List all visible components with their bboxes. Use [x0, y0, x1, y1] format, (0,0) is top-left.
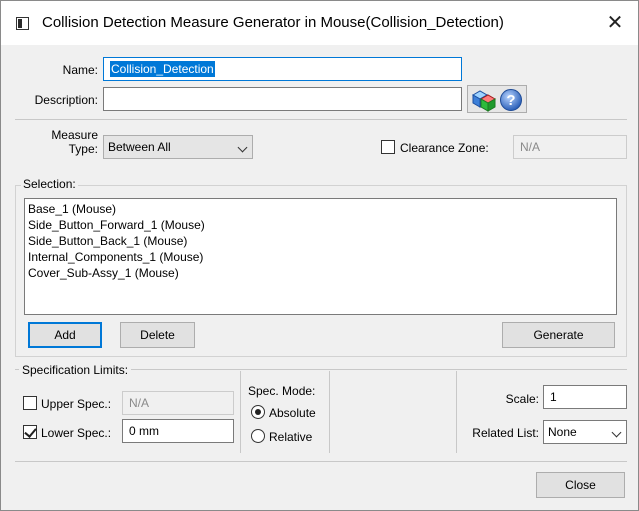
clearance-zone-input[interactable]: N/A — [513, 135, 627, 159]
select-geometry-icon[interactable] — [470, 87, 498, 113]
upper-spec-label: Upper Spec.: — [41, 397, 112, 411]
divider-2 — [329, 371, 330, 453]
chevron-down-icon — [237, 142, 248, 153]
help-icon[interactable]: ? — [499, 88, 523, 112]
measure-type-value: Between All — [108, 140, 171, 154]
relative-radio-label: Relative — [269, 430, 313, 444]
dialog-window: Collision Detection Measure Generator in… — [0, 0, 639, 511]
related-list-label: Related List: — [472, 426, 539, 440]
icon-button-group: ? — [467, 85, 527, 113]
measure-type-label-line1: Measure — [51, 128, 98, 142]
measure-type-dropdown[interactable]: Between All — [103, 135, 253, 159]
description-input[interactable] — [103, 87, 462, 111]
list-item[interactable]: Internal_Components_1 (Mouse) — [28, 249, 613, 265]
close-button[interactable]: Close — [536, 472, 625, 498]
window-app-icon — [16, 17, 29, 30]
add-button[interactable]: Add — [28, 322, 102, 348]
measure-type-label-line2: Type: — [68, 142, 98, 156]
close-window-icon[interactable]: ✕ — [601, 9, 629, 37]
chevron-down-icon — [611, 427, 622, 438]
divider-3 — [456, 371, 457, 453]
lower-spec-input[interactable]: 0 mm — [122, 419, 234, 443]
relative-radio[interactable] — [251, 429, 265, 443]
delete-button[interactable]: Delete — [120, 322, 195, 348]
spec-limits-label: Specification Limits: — [19, 363, 132, 377]
title-bar: Collision Detection Measure Generator in… — [1, 1, 638, 45]
related-list-value: None — [548, 425, 577, 439]
related-list-dropdown[interactable]: None — [543, 420, 627, 444]
name-label: Name: — [62, 63, 98, 77]
separator-top — [15, 119, 627, 120]
divider-1 — [240, 371, 241, 453]
generate-button[interactable]: Generate — [502, 322, 615, 348]
absolute-radio-label: Absolute — [269, 406, 316, 420]
name-input-value: Collision_Detection — [110, 61, 215, 77]
list-item[interactable]: Cover_Sub-Assy_1 (Mouse) — [28, 265, 613, 281]
lower-spec-checkbox[interactable] — [23, 425, 37, 439]
clearance-zone-label: Clearance Zone: — [400, 141, 489, 155]
list-item[interactable]: Base_1 (Mouse) — [28, 201, 613, 217]
spec-mode-label: Spec. Mode: — [248, 384, 316, 398]
name-input[interactable]: Collision_Detection — [103, 57, 462, 81]
description-label: Description: — [34, 93, 98, 107]
selection-label: Selection: — [21, 177, 78, 191]
list-item[interactable]: Side_Button_Back_1 (Mouse) — [28, 233, 613, 249]
scale-input[interactable]: 1 — [543, 385, 627, 409]
separator-bottom — [15, 461, 627, 462]
measure-type-label: Measure Type: — [31, 128, 98, 156]
upper-spec-checkbox[interactable] — [23, 396, 37, 410]
list-item[interactable]: Side_Button_Forward_1 (Mouse) — [28, 217, 613, 233]
svg-text:?: ? — [506, 92, 515, 109]
selection-listbox[interactable]: Base_1 (Mouse) Side_Button_Forward_1 (Mo… — [24, 198, 617, 315]
scale-label: Scale: — [505, 392, 539, 406]
absolute-radio[interactable] — [251, 405, 265, 419]
lower-spec-label: Lower Spec.: — [41, 426, 112, 440]
upper-spec-input[interactable]: N/A — [122, 391, 234, 415]
window-title: Collision Detection Measure Generator in… — [42, 14, 504, 31]
clearance-zone-checkbox[interactable] — [381, 140, 395, 154]
